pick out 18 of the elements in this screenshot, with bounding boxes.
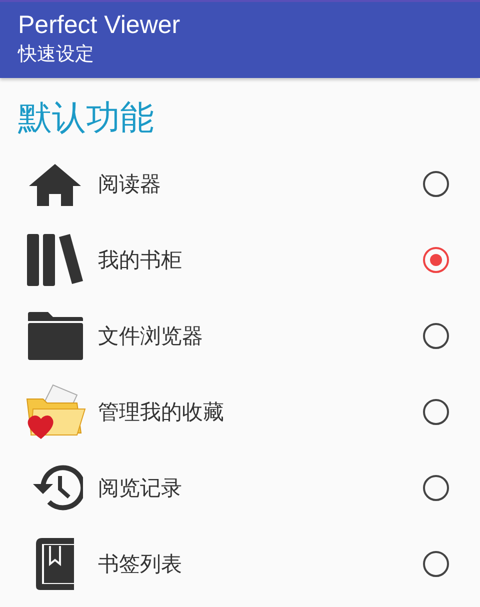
folder-icon [26,311,84,361]
radio-button[interactable] [423,171,449,197]
option-label: 我的书柜 [98,247,183,274]
radio-button[interactable] [423,475,449,501]
radio-button[interactable] [423,551,449,577]
option-label: 文件浏览器 [98,323,204,350]
option-label: 阅览记录 [98,475,183,502]
books-icon [26,233,84,287]
option-label: 阅读器 [98,171,162,198]
radio-button[interactable] [423,247,449,273]
radio-button[interactable] [423,323,449,349]
app-title: Perfect Viewer [18,10,182,40]
option-label: 书签列表 [98,551,183,578]
home-icon [27,162,83,206]
app-subtitle: 快速设定 [18,42,95,67]
option-label: 管理我的收藏 [98,399,225,426]
section-title: 默认功能 [17,97,155,140]
radio-button[interactable] [423,399,449,425]
